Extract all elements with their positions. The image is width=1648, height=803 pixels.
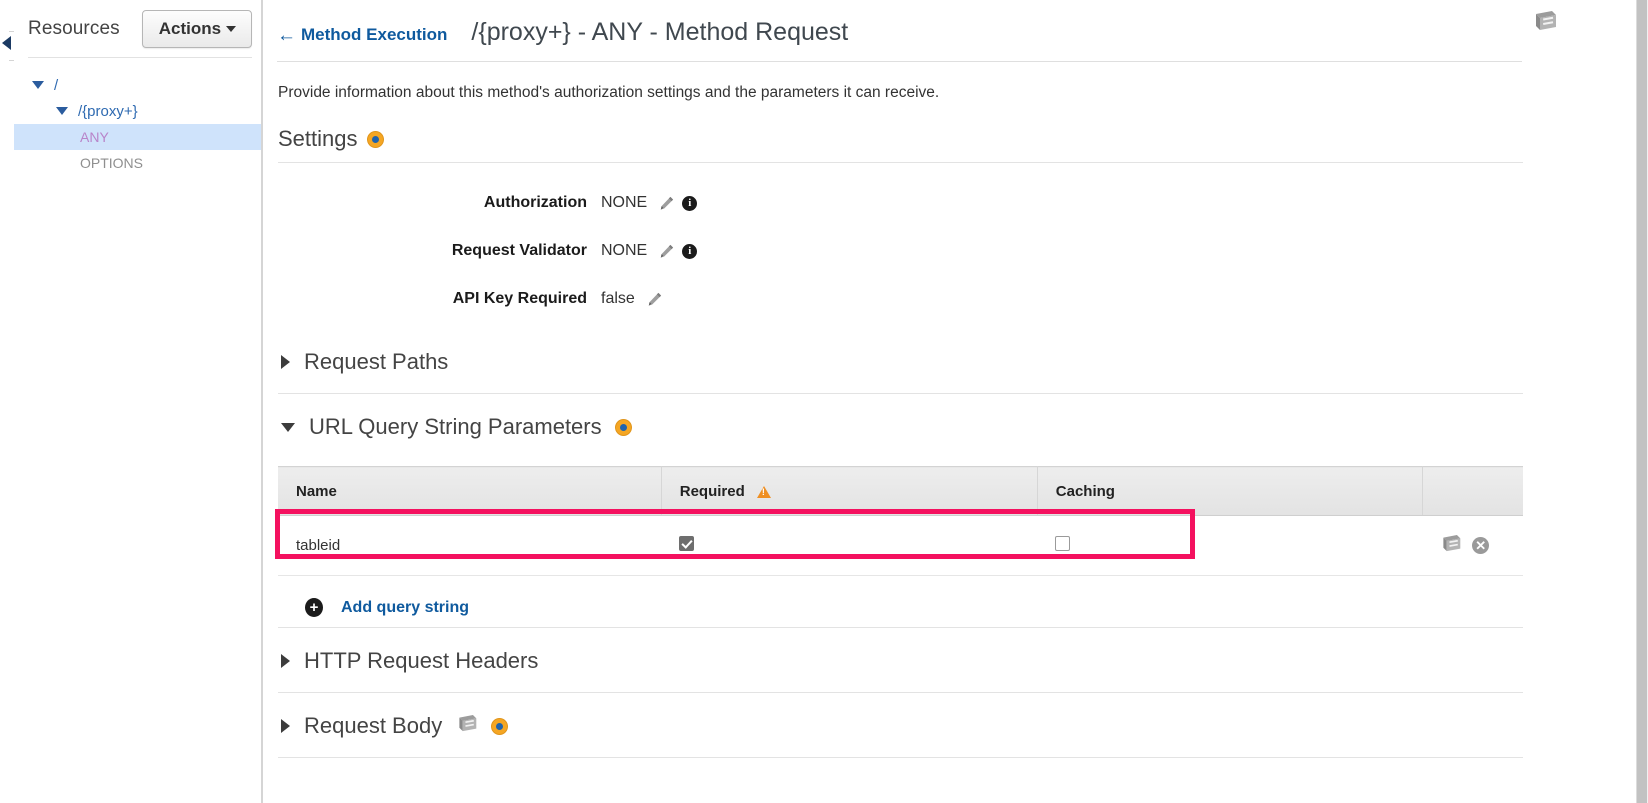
chevron-down-icon bbox=[226, 26, 237, 32]
sidebar-header: Resources Actions bbox=[14, 0, 261, 58]
page-header: ← Method Execution /{proxy+} - ANY - Met… bbox=[277, 0, 1620, 61]
arrow-left-icon: ← bbox=[277, 25, 296, 46]
edit-pencil-icon[interactable] bbox=[659, 196, 674, 211]
cell-parameter-name[interactable]: tableid bbox=[278, 515, 662, 576]
delete-circle-icon[interactable]: ✕ bbox=[1472, 537, 1490, 554]
api-gateway-method-request-page: Resources Actions / /{proxy+} ANY OPTION… bbox=[0, 0, 1648, 803]
setting-row-api-key-required: API Key Required false bbox=[277, 275, 1620, 323]
query-string-parameters-table: Name Required Caching tableid bbox=[278, 466, 1523, 576]
tree-item-root[interactable]: / bbox=[14, 72, 261, 98]
sidebar-collapse-rail[interactable] bbox=[0, 0, 49, 803]
plus-circle-icon[interactable]: + bbox=[305, 598, 323, 617]
section-toggle-http-request-headers[interactable]: HTTP Request Headers bbox=[277, 628, 1620, 692]
table-row: tableid ✕ bbox=[278, 515, 1523, 576]
required-checkbox[interactable] bbox=[679, 536, 695, 551]
book-icon[interactable] bbox=[1440, 534, 1462, 557]
caret-right-icon bbox=[281, 654, 290, 668]
add-query-string-row[interactable]: + Add query string bbox=[277, 576, 1620, 627]
page-title: /{proxy+} - ANY - Method Request bbox=[471, 18, 849, 46]
tree-item-label: OPTIONS bbox=[80, 155, 144, 171]
settings-heading-label: Settings bbox=[278, 126, 358, 151]
tree-item-method-any[interactable]: ANY bbox=[14, 124, 261, 150]
scrollbar-thumb[interactable] bbox=[1637, 0, 1647, 803]
tree-item-label: /{proxy+} bbox=[78, 102, 138, 120]
settings-list: Authorization NONE i Request Validator N… bbox=[277, 163, 1620, 329]
warning-icon[interactable] bbox=[756, 485, 771, 498]
cell-caching bbox=[1037, 515, 1423, 576]
cell-row-actions: ✕ bbox=[1422, 515, 1523, 576]
method-execution-back-link[interactable]: ← Method Execution bbox=[277, 24, 448, 46]
back-link-label: Method Execution bbox=[301, 24, 448, 44]
main-content-panel: ← Method Execution /{proxy+} - ANY - Met… bbox=[262, 0, 1636, 803]
section-label: HTTP Request Headers bbox=[304, 648, 539, 673]
setting-label: API Key Required bbox=[452, 290, 587, 307]
column-header-required-label: Required bbox=[679, 482, 745, 500]
tree-item-label: ANY bbox=[80, 129, 109, 145]
column-header-name: Name bbox=[278, 466, 662, 516]
resources-sidebar: Resources Actions / /{proxy+} ANY OPTION… bbox=[14, 0, 262, 803]
tree-item-method-options[interactable]: OPTIONS bbox=[14, 150, 261, 176]
page-scrollbar[interactable] bbox=[1636, 0, 1648, 803]
section-toggle-request-body[interactable]: Request Body bbox=[277, 693, 1620, 757]
resources-title: Resources bbox=[28, 18, 120, 39]
help-bullet-icon[interactable] bbox=[492, 718, 508, 734]
setting-label: Authorization bbox=[483, 194, 587, 211]
actions-button[interactable]: Actions bbox=[141, 10, 253, 48]
edit-pencil-icon[interactable] bbox=[659, 244, 674, 259]
info-icon[interactable]: i bbox=[682, 243, 698, 259]
table-header-row: Name Required Caching bbox=[278, 466, 1523, 516]
caret-right-icon bbox=[281, 355, 290, 369]
info-icon[interactable]: i bbox=[682, 195, 698, 211]
caret-down-icon bbox=[281, 422, 295, 432]
book-icon[interactable] bbox=[456, 714, 478, 738]
cell-required bbox=[661, 515, 1038, 576]
setting-value: NONE bbox=[601, 194, 648, 211]
actions-button-label: Actions bbox=[158, 19, 222, 38]
resource-tree: / /{proxy+} ANY OPTIONS bbox=[14, 58, 261, 176]
setting-value: false bbox=[601, 290, 635, 307]
section-label: Request Paths bbox=[304, 349, 449, 374]
caret-right-icon bbox=[281, 719, 290, 733]
column-header-caching: Caching bbox=[1037, 466, 1423, 516]
book-icon[interactable] bbox=[1532, 10, 1558, 37]
setting-row-request-validator: Request Validator NONE i bbox=[277, 227, 1620, 275]
page-description: Provide information about this method's … bbox=[278, 84, 940, 101]
tree-item-label: / bbox=[54, 76, 59, 94]
setting-value: NONE bbox=[601, 242, 648, 259]
tree-item-proxy[interactable]: /{proxy+} bbox=[14, 98, 261, 124]
setting-row-authorization: Authorization NONE i bbox=[277, 179, 1620, 227]
caret-down-icon[interactable] bbox=[32, 81, 44, 89]
section-label: Request Body bbox=[304, 713, 443, 738]
section-label: URL Query String Parameters bbox=[309, 414, 602, 439]
settings-heading: Settings bbox=[277, 110, 1620, 162]
section-toggle-request-paths[interactable]: Request Paths bbox=[277, 329, 1620, 393]
column-header-actions bbox=[1422, 466, 1523, 516]
column-header-required: Required bbox=[661, 466, 1038, 516]
edit-pencil-icon[interactable] bbox=[647, 292, 662, 307]
help-bullet-icon[interactable] bbox=[367, 131, 383, 147]
setting-label: Request Validator bbox=[451, 242, 587, 259]
sidebar-divider bbox=[28, 57, 252, 58]
caret-down-icon[interactable] bbox=[56, 107, 68, 115]
caching-checkbox[interactable] bbox=[1055, 536, 1071, 551]
add-query-string-link[interactable]: Add query string bbox=[341, 599, 469, 617]
collapse-left-arrow-icon[interactable] bbox=[2, 36, 11, 50]
section-toggle-url-query-string-parameters[interactable]: URL Query String Parameters bbox=[277, 394, 1620, 458]
section-divider bbox=[278, 757, 1523, 758]
help-bullet-icon[interactable] bbox=[615, 419, 631, 435]
